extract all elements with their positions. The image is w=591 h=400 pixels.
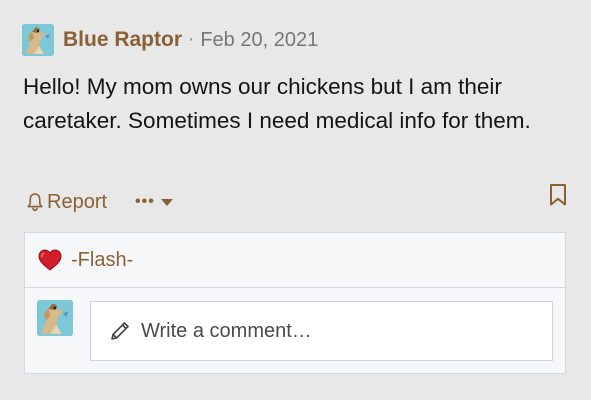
- current-user-avatar[interactable]: [37, 300, 73, 336]
- write-comment-input[interactable]: Write a comment…: [90, 301, 553, 361]
- forum-post: Blue Raptor · Feb 20, 2021 Hello! My mom…: [0, 0, 591, 400]
- pencil-icon: [111, 322, 129, 340]
- comment-placeholder: Write a comment…: [141, 319, 312, 342]
- separator: ·: [188, 29, 195, 50]
- reactors-link[interactable]: -Flash-: [71, 249, 133, 272]
- post-message: Hello! My mom owns our chickens but I am…: [23, 74, 531, 133]
- caret-down-icon: [160, 198, 173, 206]
- reactions-bar: -Flash-: [25, 233, 565, 288]
- comment-row: Write a comment…: [25, 288, 565, 374]
- more-dots: •••: [135, 193, 155, 210]
- post-actions: Report •••: [26, 186, 173, 218]
- comments-panel: -Flash- Write a comment…: [24, 232, 566, 374]
- raptor-avatar-icon: [22, 24, 54, 56]
- report-label: Report: [47, 190, 108, 213]
- author-name-link[interactable]: Blue Raptor: [63, 28, 182, 52]
- bell-icon: [27, 193, 43, 212]
- post-date-link[interactable]: Feb 20, 2021: [200, 29, 318, 52]
- raptor-avatar-icon: [37, 300, 73, 336]
- author-avatar[interactable]: [22, 24, 54, 56]
- heart-icon[interactable]: [37, 248, 63, 272]
- post-header: Blue Raptor · Feb 20, 2021: [22, 24, 318, 56]
- report-button[interactable]: Report: [26, 191, 107, 214]
- bookmark-icon[interactable]: [549, 183, 567, 207]
- more-options-button[interactable]: •••: [135, 193, 173, 211]
